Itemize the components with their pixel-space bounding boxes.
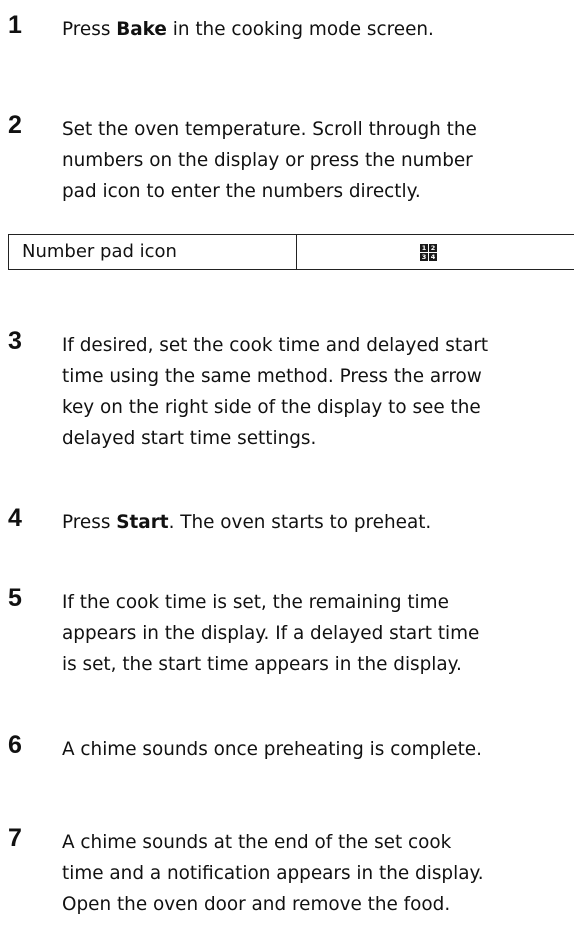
icon-table-label: Number pad icon [9, 235, 297, 269]
step-line: numbers on the display or press the numb… [62, 150, 473, 171]
step-text-post: . The oven starts to preheat. [168, 512, 432, 533]
instruction-page: 1 Press Bake in the cooking mode screen.… [0, 0, 574, 944]
step-number: 6 [8, 731, 22, 759]
step-line: Open the oven door and remove the food. [62, 894, 451, 915]
step-number: 7 [8, 824, 22, 852]
step-text-pre: Press [62, 19, 117, 40]
number-pad-icon: 1 2 3 4 [420, 243, 437, 261]
step-number: 4 [8, 504, 22, 532]
step-number: 3 [8, 327, 22, 355]
step-line: If the cook time is set, the remaining t… [62, 592, 449, 613]
step-line: time using the same method. Press the ar… [62, 366, 482, 387]
numpad-digit: 3 [420, 252, 428, 261]
step-line: Set the oven temperature. Scroll through… [62, 119, 477, 140]
step-line: delayed start time settings. [62, 428, 317, 449]
numpad-digit: 1 [420, 243, 428, 252]
step-line: If desired, set the cook time and delaye… [62, 335, 489, 356]
step-text-post: in the cooking mode screen. [166, 19, 434, 40]
step-number: 5 [8, 584, 22, 612]
step-text: If desired, set the cook time and delaye… [62, 330, 574, 454]
step-text: Press Bake in the cooking mode screen. [62, 14, 574, 45]
step-line: time and a notification appears in the d… [62, 863, 484, 884]
icon-table-icon-cell: 1 2 3 4 [297, 235, 574, 269]
icon-reference-table: Number pad icon 1 2 3 4 [8, 234, 574, 270]
step-number: 1 [8, 11, 22, 39]
step-text: A chime sounds once preheating is comple… [62, 734, 574, 765]
step-text-pre: Press [62, 512, 117, 533]
start-keyword: Start [116, 512, 169, 533]
step-line: key on the right side of the display to … [62, 397, 481, 418]
numpad-digit: 2 [429, 243, 437, 252]
step-line: appears in the display. If a delayed sta… [62, 623, 480, 644]
step-line: A chime sounds at the end of the set coo… [62, 832, 452, 853]
step-line: pad icon to enter the numbers directly. [62, 181, 421, 202]
step-text: Set the oven temperature. Scroll through… [62, 114, 574, 207]
step-text: Press Start. The oven starts to preheat. [62, 507, 574, 538]
step-text: A chime sounds at the end of the set coo… [62, 827, 574, 920]
step-line: A chime sounds once preheating is comple… [62, 739, 482, 760]
numpad-digit: 4 [429, 252, 437, 261]
step-line: is set, the start time appears in the di… [62, 654, 462, 675]
bake-keyword: Bake [116, 19, 167, 40]
step-number: 2 [8, 111, 22, 139]
step-text: If the cook time is set, the remaining t… [62, 587, 574, 680]
